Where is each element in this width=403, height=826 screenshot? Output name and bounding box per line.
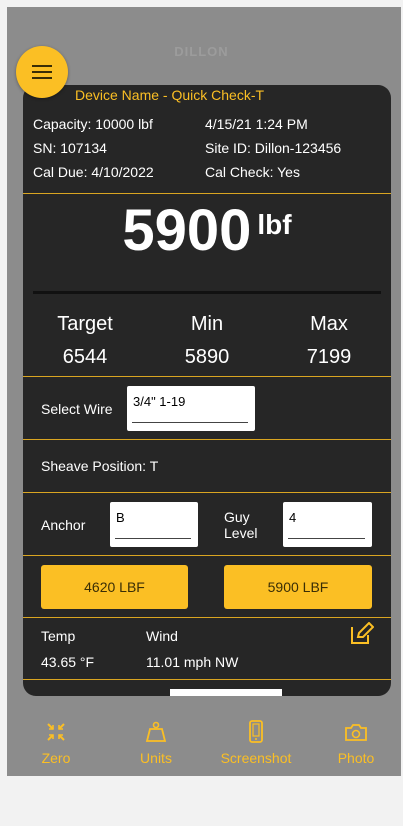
divider	[23, 555, 391, 556]
select-wire-label: Select Wire	[41, 401, 113, 417]
camera-icon	[345, 724, 367, 741]
tab-screenshot[interactable]: Screenshot	[211, 720, 301, 766]
tab-zero[interactable]: Zero	[11, 720, 101, 766]
input-underline	[115, 538, 191, 539]
load-reading: 5900 lbf	[23, 197, 391, 264]
bottom-toolbar: Zero Units Screenshot Photo	[7, 712, 401, 776]
home-indicator	[170, 689, 282, 696]
divider	[23, 617, 391, 618]
guy-level-input[interactable]: 4	[283, 502, 372, 547]
device-name: Device Name - Quick Check-T	[75, 87, 265, 103]
tab-zero-label: Zero	[41, 750, 71, 766]
datetime-text: 4/15/21 1:24 PM	[205, 116, 308, 132]
target-value: 6544	[62, 346, 108, 368]
guy-level-label-line1: Guy	[224, 509, 250, 525]
edit-icon[interactable]	[350, 622, 374, 644]
device-card: Device Name - Quick Check-T Capacity: 10…	[23, 85, 391, 696]
divider	[23, 439, 391, 440]
min-label: Min	[190, 313, 224, 335]
tab-photo-label: Photo	[337, 750, 375, 766]
save-high-reading-button[interactable]: 5900 LBF	[224, 565, 372, 609]
max-label: Max	[310, 313, 348, 335]
select-wire-input[interactable]: 3/4" 1-19	[127, 386, 255, 431]
temp-value: 43.65 °F	[41, 654, 95, 670]
max-block: Max 7199	[269, 313, 389, 369]
tab-units[interactable]: Units	[111, 720, 201, 766]
divider	[23, 193, 391, 194]
device-info: Capacity: 10000 lbf 4/15/21 1:24 PM SN: …	[33, 112, 383, 184]
wind-value: 11.01 mph NW	[146, 654, 239, 670]
serial-number-text: SN: 107134	[33, 140, 107, 156]
cal-due-text: Cal Due: 4/10/2022	[33, 164, 154, 180]
guy-level-label: Guy Level	[224, 509, 257, 541]
save-low-reading-button[interactable]: 4620 LBF	[41, 565, 188, 609]
divider	[23, 679, 391, 680]
anchor-value: B	[116, 510, 125, 525]
wind-label: Wind	[146, 628, 178, 644]
divider	[23, 492, 391, 493]
tab-units-label: Units	[140, 750, 172, 766]
min-value: 5890	[184, 346, 230, 368]
reading-value: 5900	[122, 198, 252, 263]
tab-photo[interactable]: Photo	[311, 720, 401, 766]
cal-check-text: Cal Check: Yes	[205, 164, 300, 180]
hamburger-icon	[32, 65, 52, 79]
site-id-text: Site ID: Dillon-123456	[205, 140, 342, 156]
phone-icon	[249, 720, 263, 743]
divider	[23, 376, 391, 377]
menu-button[interactable]	[16, 46, 68, 98]
select-wire-value: 3/4" 1-19	[133, 394, 186, 409]
anchor-input[interactable]: B	[110, 502, 198, 547]
temp-label: Temp	[41, 628, 76, 644]
capacity-text: Capacity: 10000 lbf	[33, 116, 153, 132]
anchor-label: Anchor	[41, 517, 86, 533]
divider	[33, 291, 381, 294]
guy-level-label-line2: Level	[224, 525, 258, 541]
tab-screenshot-label: Screenshot	[220, 750, 292, 766]
input-underline	[288, 538, 365, 539]
guy-level-value: 4	[289, 510, 297, 525]
max-value: 7199	[306, 346, 352, 368]
zero-icon	[47, 723, 65, 741]
input-underline	[132, 422, 248, 423]
reading-unit: lbf	[257, 209, 292, 240]
min-block: Min 5890	[147, 313, 267, 369]
target-block: Target 6544	[25, 313, 145, 369]
weight-icon	[145, 721, 167, 742]
sheave-position-text: Sheave Position: T	[41, 458, 159, 474]
target-label: Target	[57, 313, 113, 335]
